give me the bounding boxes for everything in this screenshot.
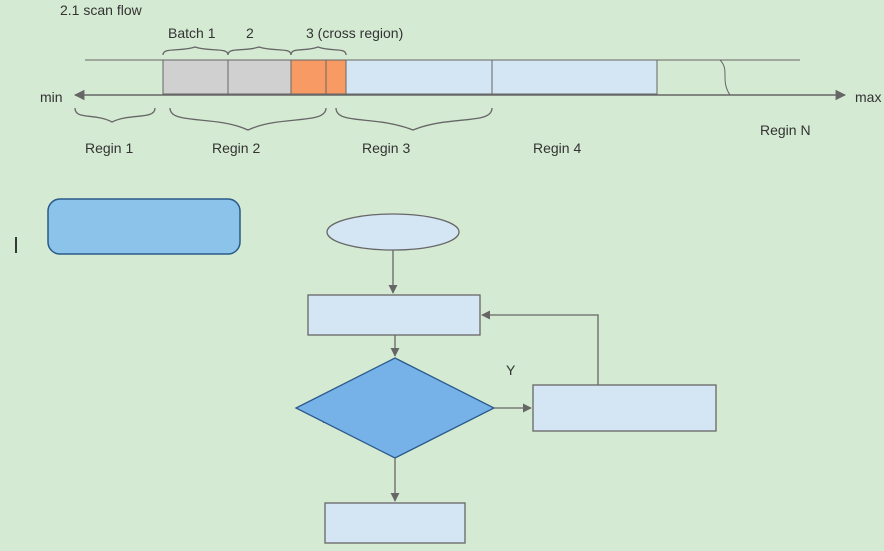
diagram-svg [0, 0, 884, 551]
